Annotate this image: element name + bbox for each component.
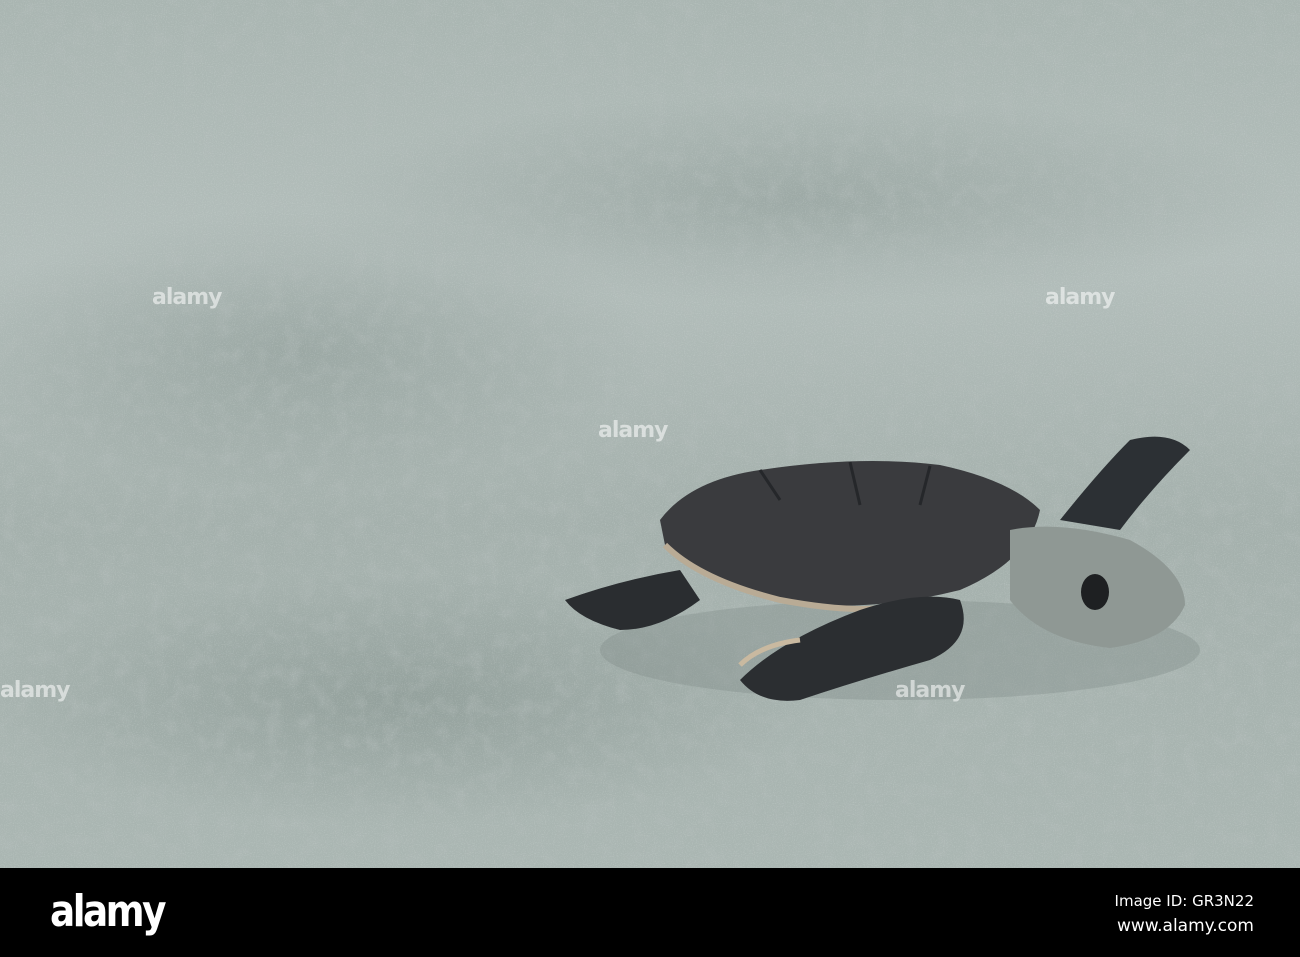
image-id: Image ID: GR3N22 [1114, 892, 1254, 910]
watermark-text: alamy [1045, 285, 1115, 310]
photo: alamy alamy alamy alamy alamy [0, 0, 1300, 868]
watermark-text: alamy [895, 678, 965, 703]
watermark-text: alamy [0, 678, 70, 703]
watermark-text: alamy [598, 418, 668, 443]
watermark-text: alamy [152, 285, 222, 310]
site-url: www.alamy.com [1116, 916, 1254, 936]
shell [660, 461, 1040, 606]
watermark-bar: alamy Image ID: GR3N22 www.alamy.com [0, 868, 1300, 957]
front-flipper-right [1060, 436, 1190, 530]
eye [1081, 574, 1109, 610]
alamy-logo: alamy [50, 886, 166, 937]
